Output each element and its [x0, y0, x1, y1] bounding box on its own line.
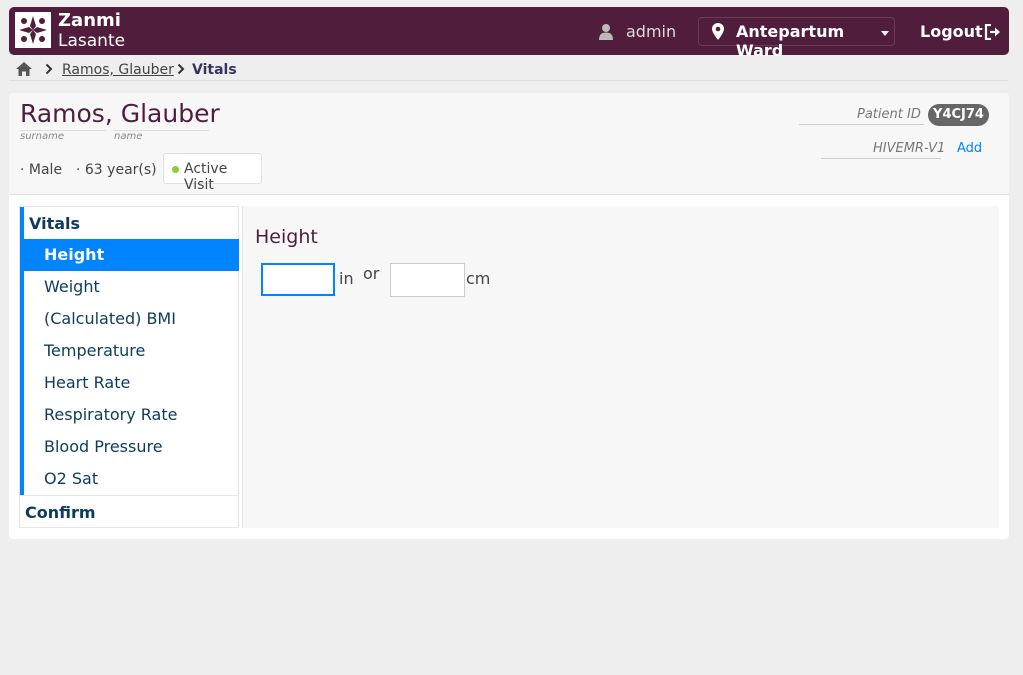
patient-id-underline [799, 124, 924, 125]
top-header: Zanmi Lasante admin Antepartum Ward Logo… [9, 7, 1009, 60]
patient-header: Ramos, Glauber surname name · Male · 63 … [9, 93, 1009, 195]
section-vitals[interactable]: Vitals [29, 214, 80, 233]
current-user-name: admin [626, 22, 677, 41]
patient-surname: Ramos, [20, 99, 113, 128]
sidebar-item-heart-rate[interactable]: Heart Rate [24, 367, 239, 399]
surname-label: surname [20, 131, 65, 142]
sidebar-item-bmi[interactable]: (Calculated) BMI [24, 303, 239, 335]
patient-age: · 63 year(s) [76, 162, 157, 178]
sidebar-item-weight[interactable]: Weight [24, 271, 239, 303]
or-label: or [363, 264, 380, 283]
location-name: Antepartum Ward [736, 22, 845, 60]
inches-unit-label: in [339, 269, 354, 288]
status-dot-icon [172, 166, 179, 173]
main-panel: Ramos, Glauber surname name · Male · 63 … [9, 93, 1009, 539]
active-visit-badge[interactable]: Active Visit [163, 153, 262, 193]
breadcrumb: Ramos, Glauber Vitals [14, 60, 1009, 80]
sidebar-item-height[interactable]: Height [24, 239, 239, 271]
patient-id-badge: Y4CJ74 [928, 104, 989, 126]
section-confirm[interactable]: Confirm [25, 503, 96, 522]
patient-id-label: Patient ID [857, 107, 921, 122]
patient-full-name: Ramos, Glauber [20, 99, 220, 128]
logo-icon[interactable] [15, 12, 51, 48]
chevron-down-icon [881, 31, 889, 36]
chevron-right-icon [45, 63, 53, 75]
logout-button[interactable]: Logout [920, 22, 983, 41]
home-icon[interactable] [16, 62, 32, 76]
breadcrumb-patient-link[interactable]: Ramos, Glauber [62, 62, 174, 78]
sidebar-item-blood-pressure[interactable]: Blood Pressure [24, 431, 239, 463]
active-visit-label: Active Visit [184, 161, 228, 193]
height-inches-input[interactable] [261, 263, 335, 296]
height-cm-input[interactable] [390, 263, 465, 297]
cm-unit-label: cm [466, 269, 491, 288]
sidebar-item-o2-sat[interactable]: O2 Sat [24, 463, 239, 495]
form-sections-nav: Vitals Height Weight (Calculated) BMI Te… [19, 206, 239, 528]
question-title: Height [255, 226, 318, 248]
sidebar-divider [20, 495, 239, 496]
map-pin-icon [712, 23, 724, 40]
brand-name-line2: Lasante [58, 31, 126, 51]
question-area: Height in or cm [242, 206, 999, 528]
add-hiv-emr-id-link[interactable]: Add [957, 141, 982, 156]
sidebar-item-temperature[interactable]: Temperature [24, 335, 239, 367]
sidebar-item-respiratory-rate[interactable]: Respiratory Rate [24, 399, 239, 431]
breadcrumb-divider [9, 80, 1008, 81]
breadcrumb-current: Vitals [192, 62, 237, 78]
patient-given-name: Glauber [120, 99, 220, 128]
brand-name-line1: Zanmi [58, 10, 121, 31]
location-selector[interactable]: Antepartum Ward [698, 17, 895, 60]
hiv-emr-underline [821, 158, 941, 159]
chevron-right-icon [177, 63, 185, 75]
sign-out-icon[interactable] [984, 24, 1002, 40]
name-label: name [114, 131, 143, 142]
user-icon [599, 24, 613, 40]
patient-gender: · Male [20, 162, 63, 178]
hiv-emr-id-label: HIVEMR-V1 [873, 141, 946, 156]
